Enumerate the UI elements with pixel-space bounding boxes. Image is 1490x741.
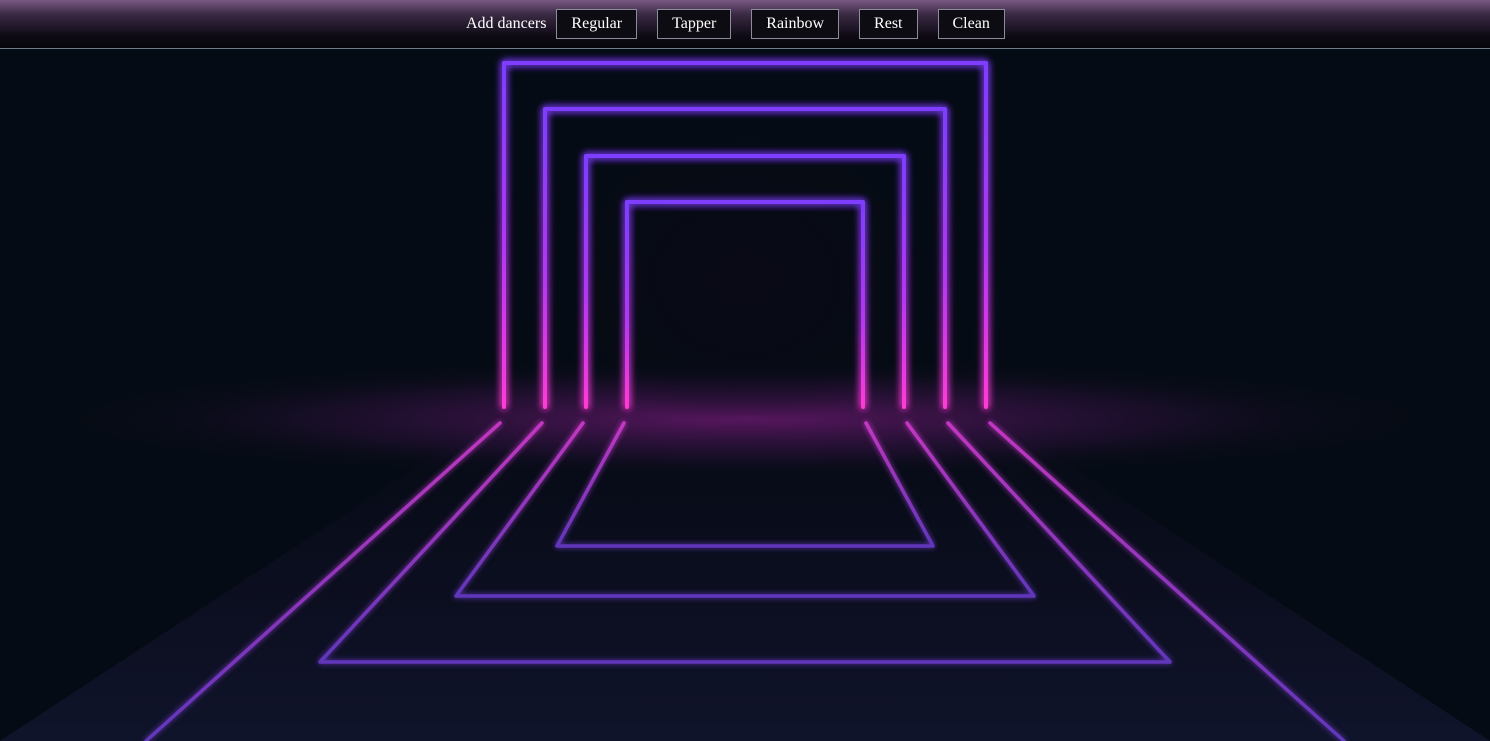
dance-stage[interactable] [0, 49, 1490, 741]
top-toolbar: Add dancers Regular Tapper Rainbow Rest … [0, 0, 1490, 49]
rainbow-button[interactable]: Rainbow [751, 9, 840, 39]
regular-button[interactable]: Regular [556, 9, 638, 39]
neon-tunnel-background [0, 49, 1490, 741]
clean-button[interactable]: Clean [937, 9, 1005, 39]
rest-button[interactable]: Rest [859, 9, 918, 39]
dancer-controls: Add dancers Regular Tapper Rainbow Rest … [466, 8, 1005, 40]
tapper-button[interactable]: Tapper [657, 9, 732, 39]
add-dancers-label: Add dancers [466, 15, 547, 32]
